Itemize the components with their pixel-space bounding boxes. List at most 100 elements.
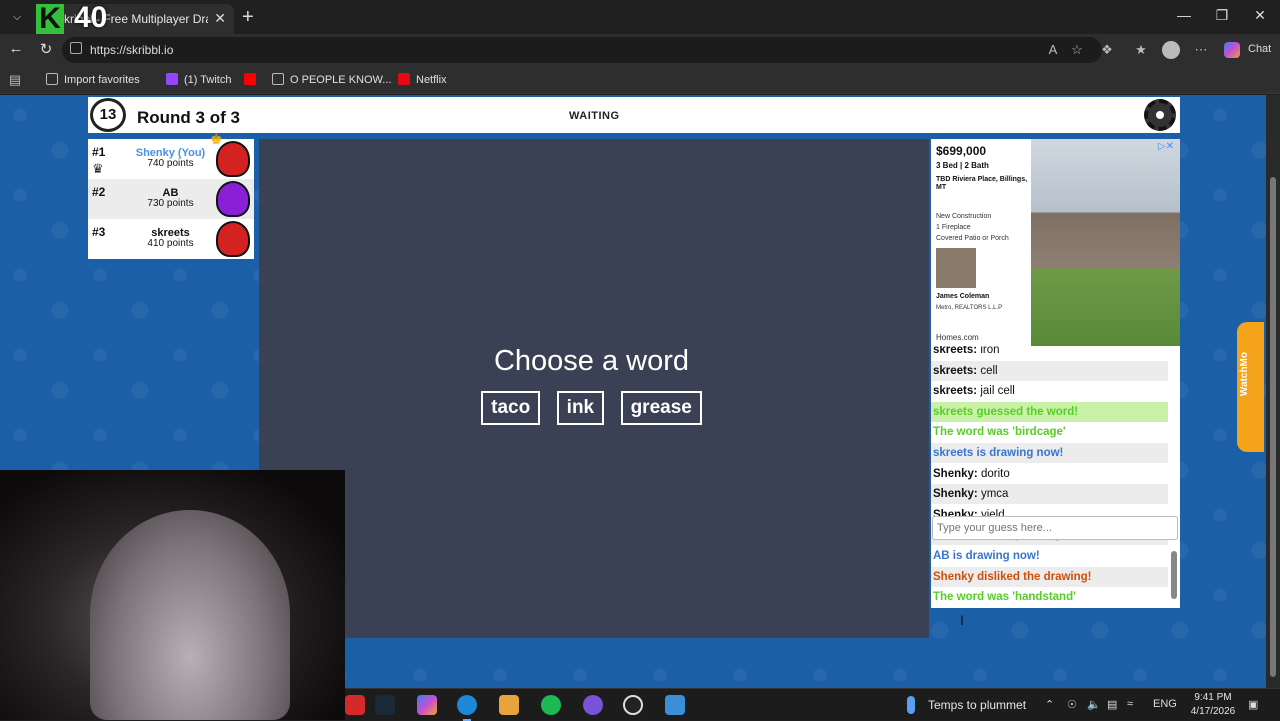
- word-option-grease[interactable]: grease: [620, 391, 702, 425]
- ad-feature: New Construction: [936, 213, 992, 220]
- bookmark-twitch[interactable]: (1) Twitch: [166, 73, 231, 86]
- ad-feature: Covered Patio or Porch: [936, 235, 1009, 242]
- tray-chevron-icon[interactable]: ⌃: [1045, 698, 1054, 711]
- page-scrollbar[interactable]: [1266, 95, 1280, 688]
- chat-message: skreets: iron: [931, 346, 1168, 360]
- watchmo-label: WatchMo: [1239, 352, 1250, 397]
- chat-message: skreets: cell: [931, 361, 1168, 381]
- player-rank: #1: [92, 145, 106, 159]
- chat-system-text: skreets guessed the word!: [933, 406, 1079, 418]
- chat-message: The word was 'birdcage': [931, 422, 1168, 442]
- drawing-canvas[interactable]: Choose a word taco ink grease: [259, 139, 929, 638]
- settings-gear-icon[interactable]: [1144, 99, 1176, 131]
- copilot-app-icon[interactable]: [417, 695, 437, 715]
- player-rank: #2: [92, 185, 106, 199]
- store-icon[interactable]: [499, 695, 519, 715]
- chat-text: ymca: [980, 488, 1009, 500]
- chat-message: skreets is drawing now!: [931, 443, 1168, 463]
- clock[interactable]: 9:41 PM 4/17/2026: [1183, 691, 1243, 719]
- bookmark-import-favorites[interactable]: Import favorites: [46, 73, 140, 86]
- sidebar-toggle-icon[interactable]: ▤: [6, 72, 24, 88]
- player-list: #1 ♛ Shenky (You) 740 points ♚ #2 AB 730…: [88, 131, 254, 259]
- ad-close-icon[interactable]: ▷✕: [1158, 141, 1174, 152]
- crown-outline-icon: ♛: [92, 161, 104, 176]
- chat-system-text: The word was 'handstand': [933, 591, 1076, 603]
- edge-icon[interactable]: [457, 695, 477, 721]
- bookmark-people-know[interactable]: O PEOPLE KNOW...: [272, 73, 391, 86]
- network-icon[interactable]: ▤: [1107, 698, 1117, 711]
- obs-icon[interactable]: [623, 695, 643, 715]
- chat-system-text: Shenky disliked the drawing!: [933, 571, 1092, 583]
- favorites-icon[interactable]: ★: [1132, 42, 1150, 58]
- chat-message: skreets guessed the word!: [931, 402, 1168, 422]
- steam-icon[interactable]: [375, 695, 395, 715]
- ad-firm: Metro, REALTORS L.L.P: [936, 305, 1003, 311]
- new-tab-plus-icon[interactable]: +: [242, 6, 254, 29]
- url-text[interactable]: https://skribbl.io: [90, 43, 173, 57]
- chat-message: AB is drawing now!: [931, 546, 1168, 566]
- chat-author: Shenky:: [933, 468, 978, 480]
- chat-system-text: skreets is drawing now!: [933, 447, 1064, 459]
- bookmark-youtube[interactable]: [244, 73, 262, 86]
- microphone-icon[interactable]: ☉: [1067, 698, 1077, 711]
- window-app-icon[interactable]: [665, 695, 685, 715]
- close-window-icon[interactable]: ✕: [1250, 7, 1270, 24]
- read-aloud-icon[interactable]: A: [1044, 42, 1062, 57]
- streamer-figure: [90, 510, 290, 720]
- maximize-icon[interactable]: ❐: [1212, 7, 1232, 24]
- bookmark-label: (1) Twitch: [184, 74, 232, 86]
- game-status: WAITING: [569, 110, 620, 122]
- weather-widget[interactable]: Temps to plummet: [928, 698, 1026, 712]
- wifi-icon[interactable]: ≈: [1127, 698, 1133, 710]
- player-row[interactable]: #1 ♛ Shenky (You) 740 points ♚: [88, 131, 254, 179]
- language-indicator[interactable]: ENG: [1153, 698, 1177, 710]
- notifications-icon[interactable]: ▣: [1248, 698, 1258, 711]
- more-menu-icon[interactable]: ⋯: [1192, 42, 1210, 58]
- player-row[interactable]: #2 AB 730 points: [88, 179, 254, 219]
- navigation-bar: ← ↻ https://skribbl.io A ☆ ❖ ★ ⋯ Chat: [0, 34, 1280, 66]
- word-option-taco[interactable]: taco: [481, 391, 541, 425]
- discord-icon[interactable]: [583, 695, 603, 715]
- copilot-icon[interactable]: [1224, 42, 1240, 58]
- back-arrow-icon[interactable]: ←: [6, 40, 26, 57]
- player-avatar: [216, 181, 250, 217]
- ad-price: $699,000: [936, 144, 987, 158]
- chat-text: cell: [980, 365, 998, 377]
- player-row[interactable]: #3 skreets 410 points: [88, 219, 254, 259]
- bookmarks-bar: ▤ Import favorites (1) Twitch O PEOPLE K…: [0, 66, 1280, 94]
- house-image: [1031, 139, 1180, 346]
- player-points: 740 points: [147, 158, 194, 169]
- player-points: 730 points: [147, 198, 194, 209]
- tab-skribbl[interactable]: skribbl - Free Multiplayer Drawing ✕: [36, 4, 234, 34]
- favorite-star-icon[interactable]: ☆: [1068, 42, 1086, 58]
- ad-address: TBD Riviera Place, Billings, MT: [936, 176, 1028, 191]
- chat-scrollbar[interactable]: [1171, 551, 1177, 599]
- page-scroll-thumb[interactable]: [1270, 177, 1276, 677]
- chat-text: jail cell: [980, 385, 1015, 397]
- tab-close-icon[interactable]: ✕: [214, 10, 226, 27]
- tab-list-chevron-icon[interactable]: ⌵: [6, 7, 28, 27]
- spotify-icon[interactable]: [541, 695, 561, 715]
- extensions-icon[interactable]: ❖: [1098, 42, 1116, 58]
- text-cursor-icon: I: [960, 612, 964, 628]
- refresh-icon[interactable]: ↻: [36, 40, 56, 58]
- address-bar[interactable]: https://skribbl.io: [62, 37, 1102, 63]
- bookmark-netflix[interactable]: Netflix: [398, 73, 447, 86]
- site-info-icon[interactable]: [70, 42, 82, 54]
- taskbar: Temps to plummet ⌃ ☉ 🔈 ▤ ≈ ENG 9:41 PM 4…: [345, 688, 1280, 721]
- volume-icon[interactable]: 🔈: [1087, 698, 1101, 711]
- stream-counter: 40: [74, 1, 108, 34]
- word-option-ink[interactable]: ink: [556, 391, 605, 425]
- advertisement[interactable]: $699,000 3 Bed | 2 Bath TBD Riviera Plac…: [931, 139, 1180, 346]
- guess-input[interactable]: [932, 516, 1178, 540]
- profile-avatar[interactable]: [1162, 41, 1180, 59]
- minimize-icon[interactable]: —: [1174, 7, 1194, 23]
- app-icon[interactable]: [345, 695, 365, 715]
- chat-log[interactable]: The word was 'handstand' Shenky disliked …: [931, 346, 1180, 608]
- ad-features: New Construction 1 Fireplace Covered Pat…: [936, 211, 1009, 244]
- chat-button[interactable]: Chat: [1248, 43, 1271, 55]
- chat-system-text: The word was 'birdcage': [933, 426, 1066, 438]
- stream-logo: K: [36, 2, 64, 36]
- watchmo-widget[interactable]: WatchMo: [1237, 322, 1264, 452]
- player-points: 410 points: [147, 238, 194, 249]
